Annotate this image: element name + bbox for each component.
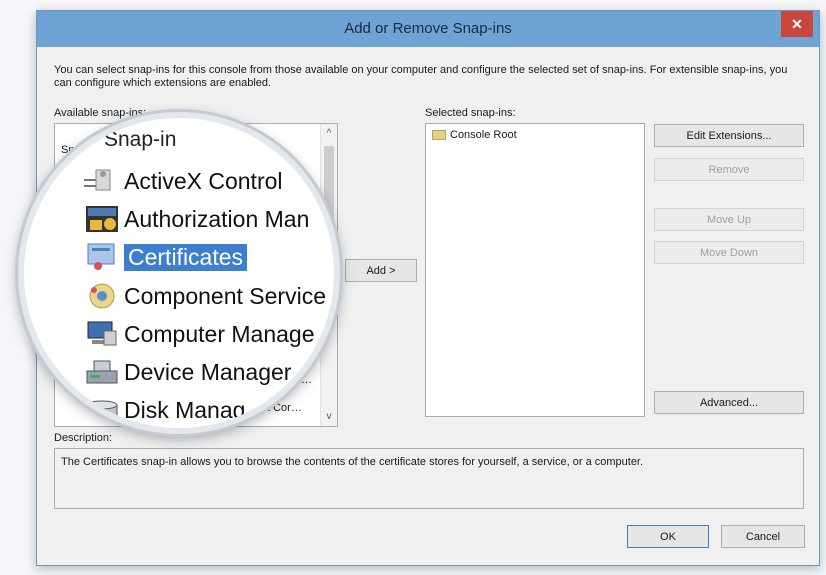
device-manager-icon: [84, 357, 120, 387]
list-item-label: ActiveX Control: [124, 167, 283, 194]
description-box: The Certificates snap-in allows you to b…: [54, 448, 804, 509]
folder-icon: [432, 130, 446, 140]
list-item-label: Authorization Man: [124, 205, 310, 232]
title-bar[interactable]: Add or Remove Snap-ins ✕: [37, 11, 819, 47]
edit-extensions-button[interactable]: Edit Extensions...: [654, 124, 804, 147]
list-item-computer-management[interactable]: Computer Manage: [84, 316, 315, 352]
list-item-authorization[interactable]: Authorization Man: [84, 201, 309, 237]
description-text: The Certificates snap-in allows you to b…: [61, 456, 644, 468]
activex-icon: [84, 166, 120, 196]
move-down-button[interactable]: Move Down: [654, 241, 804, 264]
authorization-icon: [84, 204, 120, 234]
remove-button[interactable]: Remove: [654, 158, 804, 181]
cancel-button[interactable]: Cancel: [721, 525, 805, 548]
component-services-icon: [84, 281, 120, 311]
selected-snapins-label: Selected snap-ins:: [425, 107, 516, 119]
list-item-activex[interactable]: ActiveX Control: [84, 163, 283, 199]
add-button[interactable]: Add >: [345, 259, 417, 282]
available-snapins-label: Available snap-ins:: [54, 107, 147, 119]
list-item-device-manager[interactable]: Device Manager: [84, 354, 291, 390]
list-item-component-services[interactable]: Component Service: [84, 278, 326, 314]
list-item-label: Device Manager: [124, 358, 292, 385]
selected-snapins-list[interactable]: Console Root: [425, 123, 645, 417]
disk-management-icon: [84, 395, 120, 425]
magnifier-lens: Snap-in ActiveX Control Authorization Ma…: [18, 112, 340, 434]
scroll-up-icon[interactable]: ^: [321, 128, 337, 139]
scroll-down-icon[interactable]: v: [321, 411, 337, 422]
list-item-label: Certificates: [124, 243, 248, 271]
list-item-label: Component Service: [124, 282, 326, 309]
dialog-title: Add or Remove Snap-ins: [344, 20, 512, 37]
list-item-disk-management[interactable]: Disk Manag: [84, 392, 245, 428]
tree-item-console-root[interactable]: Console Root: [432, 129, 517, 141]
list-item-certificates[interactable]: Certificates: [84, 239, 248, 275]
tree-item-label: Console Root: [450, 129, 517, 141]
close-button[interactable]: ✕: [781, 11, 813, 37]
ok-button[interactable]: OK: [627, 525, 709, 548]
list-item-label: Computer Manage: [124, 320, 315, 347]
list-item-label: Disk Manag: [124, 396, 246, 423]
magnified-column-header: Snap-in: [104, 128, 177, 151]
move-up-button[interactable]: Move Up: [654, 208, 804, 231]
close-icon: ✕: [791, 15, 803, 32]
computer-management-icon: [84, 319, 120, 349]
intro-text: You can select snap-ins for this console…: [54, 64, 788, 89]
certificates-icon: [84, 242, 120, 272]
advanced-button[interactable]: Advanced...: [654, 391, 804, 414]
description-label: Description:: [54, 432, 113, 444]
